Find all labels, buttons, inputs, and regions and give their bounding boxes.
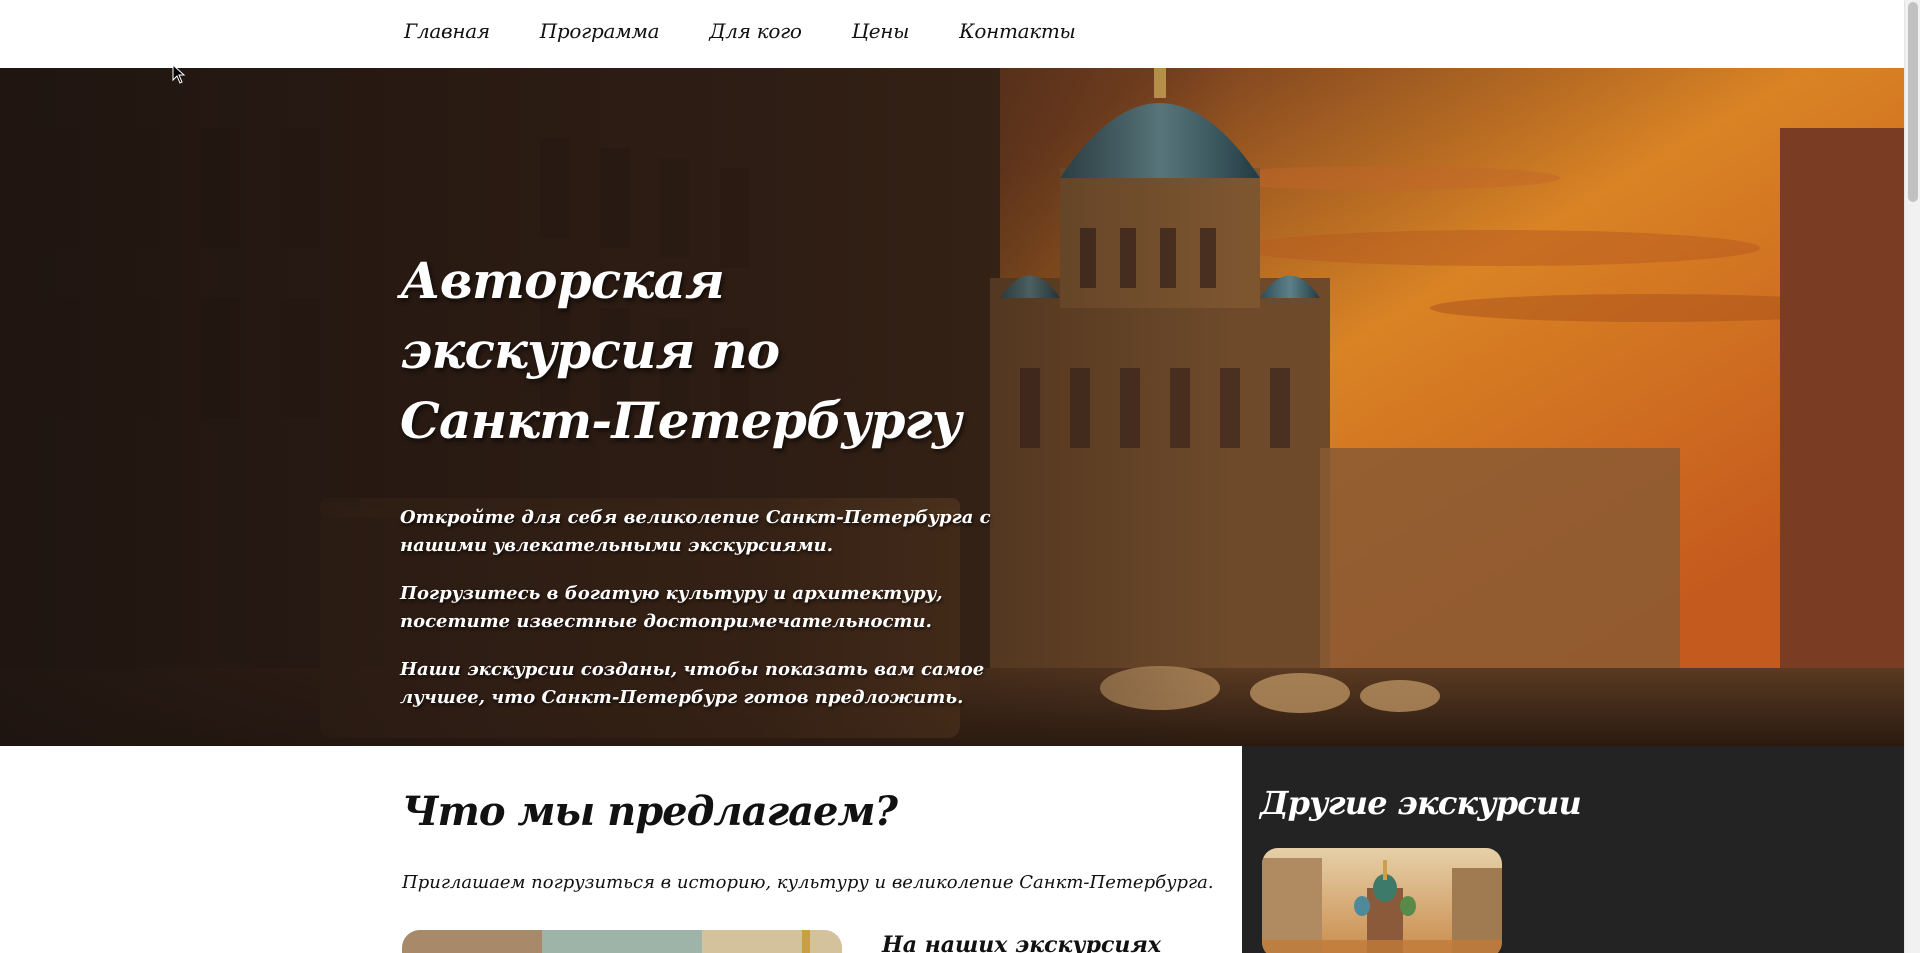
hero-section: Авторская экскурсия по Санкт-Петербургу … bbox=[0, 68, 1904, 746]
top-navigation: Главная Программа Для кого Цены Контакты bbox=[0, 0, 1904, 68]
hero-paragraph-3: Наши экскурсии созданы, чтобы показать в… bbox=[400, 659, 985, 708]
nav-item-audience[interactable]: Для кого bbox=[709, 19, 802, 43]
hero-title-line-1: Авторская экскурсия по bbox=[400, 251, 780, 380]
offer-title: Что мы предлагаем? bbox=[402, 788, 898, 835]
page-scrollbar[interactable] bbox=[1904, 0, 1920, 953]
offer-text: Приглашаем погрузиться в историю, культу… bbox=[402, 872, 1214, 893]
sidebar-title: Другие экскурсии bbox=[1260, 784, 1582, 822]
nav-item-home[interactable]: Главная bbox=[404, 19, 490, 43]
offer-image bbox=[402, 930, 842, 953]
nav-item-contacts[interactable]: Контакты bbox=[959, 19, 1076, 43]
nav-menu: Главная Программа Для кого Цены Контакты bbox=[404, 19, 1076, 43]
tour-card-image[interactable] bbox=[1262, 848, 1502, 953]
nav-item-program[interactable]: Программа bbox=[540, 19, 660, 43]
offer-section: Что мы предлагаем? Приглашаем погрузитьс… bbox=[0, 746, 1242, 953]
hero-content: Авторская экскурсия по Санкт-Петербургу … bbox=[400, 246, 1020, 712]
other-tours-sidebar: Другие экскурсии bbox=[1242, 746, 1904, 953]
hero-title: Авторская экскурсия по Санкт-Петербургу bbox=[400, 246, 1020, 456]
mouse-cursor-icon bbox=[172, 64, 186, 84]
nav-item-prices[interactable]: Цены bbox=[852, 19, 910, 43]
hero-paragraph-2: Погрузитесь в богатую культуру и архитек… bbox=[400, 583, 943, 632]
offer-subtitle: На наших экскурсиях bbox=[882, 932, 1161, 953]
hero-paragraph-1: Откройте для себя великолепие Санкт-Пете… bbox=[400, 507, 991, 556]
hero-title-line-2: Санкт-Петербургу bbox=[400, 391, 962, 450]
scrollbar-thumb[interactable] bbox=[1908, 2, 1918, 202]
